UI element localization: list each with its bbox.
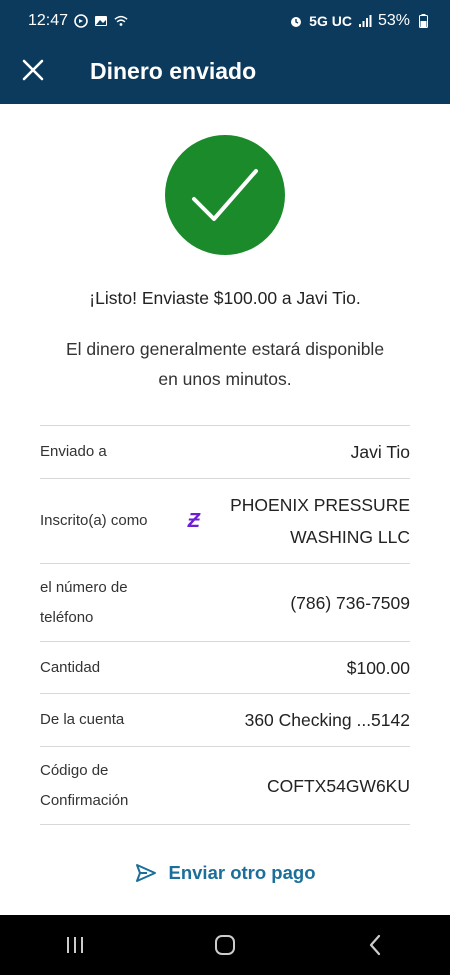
detail-label: De la cuenta bbox=[40, 711, 125, 728]
detail-label: Enviado a bbox=[40, 443, 107, 460]
signal-icon bbox=[358, 14, 372, 28]
send-another-payment-label: Enviar otro pago bbox=[168, 862, 316, 883]
detail-label: el número de teléfono bbox=[40, 578, 128, 626]
detail-label-group: Inscrito(a) como Ƶ bbox=[40, 506, 200, 536]
send-icon bbox=[135, 864, 156, 882]
detail-value: 360 Checking ...5142 bbox=[244, 710, 410, 730]
close-icon bbox=[22, 59, 44, 81]
recent-apps-button[interactable] bbox=[45, 925, 105, 965]
detail-row-amount: Cantidad $100.00 bbox=[40, 642, 410, 694]
detail-row-confirmation-code: Código de Confirmación COFTX54GW6KU bbox=[40, 747, 410, 825]
alarm-icon bbox=[289, 14, 303, 28]
battery-percent: 53% bbox=[377, 12, 410, 29]
detail-value: PHOENIX PRESSURE WASHING LLC bbox=[230, 495, 410, 547]
detail-label: Código de Confirmación bbox=[40, 761, 129, 809]
send-another-payment-button[interactable]: Enviar otro pago bbox=[0, 862, 450, 884]
status-bar-left: 12:47 bbox=[28, 12, 128, 30]
home-button[interactable] bbox=[195, 925, 255, 965]
back-button[interactable] bbox=[345, 925, 405, 965]
transfer-details: Enviado a Javi Tio Inscrito(a) como Ƶ PH… bbox=[40, 425, 410, 825]
close-button[interactable] bbox=[20, 57, 46, 83]
app-header: Dinero enviado bbox=[0, 42, 450, 104]
status-time: 12:47 bbox=[28, 12, 69, 29]
status-bar-right: 5G UC 53% bbox=[289, 12, 430, 30]
availability-message: El dinero generalmente estará disponible… bbox=[65, 339, 385, 389]
detail-label: Cantidad bbox=[40, 658, 101, 676]
recent-apps-icon bbox=[67, 937, 83, 953]
detail-row-recipient: Enviado a Javi Tio bbox=[40, 426, 410, 479]
battery-icon bbox=[416, 14, 430, 28]
detail-value: Javi Tio bbox=[350, 442, 410, 462]
zelle-icon: Ƶ bbox=[187, 509, 200, 532]
detail-value: $100.00 bbox=[346, 657, 410, 678]
detail-label: Inscrito(a) como bbox=[40, 512, 148, 529]
back-icon bbox=[369, 934, 381, 956]
image-icon bbox=[94, 14, 108, 28]
page-title: Dinero enviado bbox=[90, 58, 257, 84]
system-nav-bar bbox=[0, 915, 450, 975]
whatsapp-icon bbox=[74, 14, 88, 28]
detail-value: (786) 736-7509 bbox=[290, 592, 410, 613]
wifi-icon bbox=[114, 14, 128, 28]
detail-row-account: De la cuenta 360 Checking ...5142 bbox=[40, 694, 410, 747]
confirmation-message: ¡Listo! Enviaste $100.00 a Javi Tio. bbox=[89, 288, 361, 308]
detail-value: COFTX54GW6KU bbox=[267, 775, 410, 796]
status-bar: 12:47 5G UC 53% bbox=[0, 0, 450, 42]
network-type: 5G UC bbox=[309, 13, 352, 29]
success-check-circle bbox=[165, 135, 285, 255]
detail-row-phone: el número de teléfono (786) 736-7509 bbox=[40, 564, 410, 642]
detail-row-enrolled-as: Inscrito(a) como Ƶ PHOENIX PRESSURE WASH… bbox=[40, 479, 410, 564]
home-icon bbox=[215, 935, 235, 955]
checkmark-icon bbox=[192, 169, 258, 221]
